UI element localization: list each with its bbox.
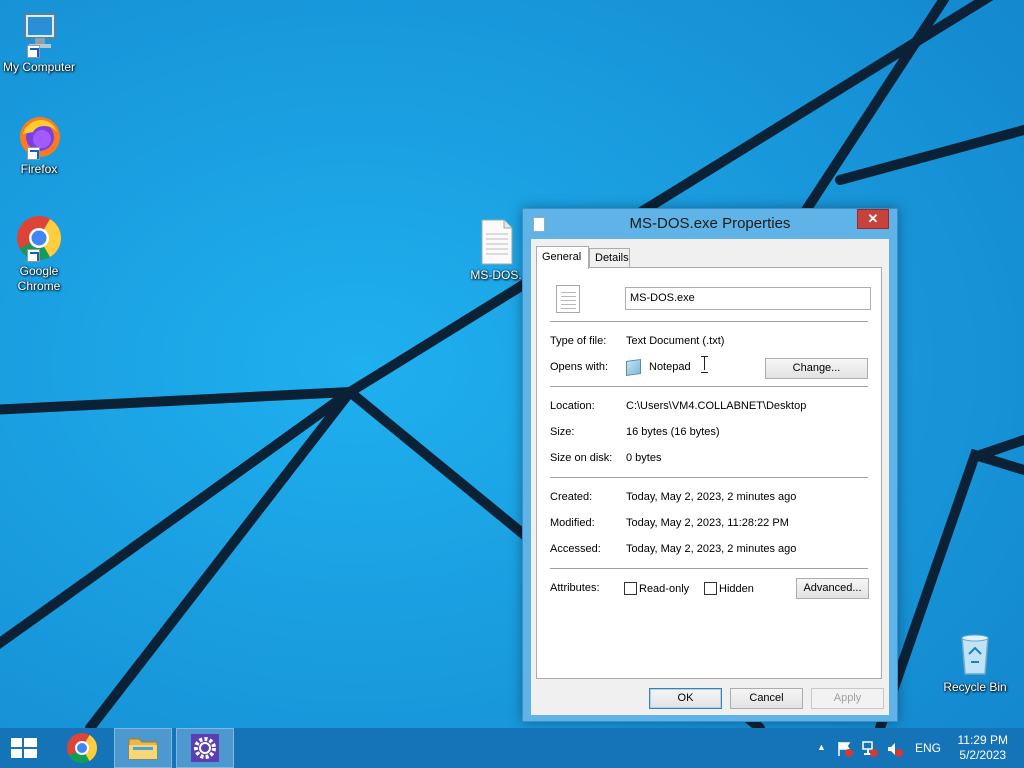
windows-logo-icon [11, 738, 37, 758]
desktop-icon-label: Recycle Bin [943, 680, 1007, 694]
desktop-icon-label: MS-DOS. [470, 268, 522, 282]
size-on-disk-value: 0 bytes [626, 452, 662, 464]
desktop-icon-label: Firefox [20, 162, 58, 176]
separator [550, 477, 868, 478]
location-value: C:\Users\VM4.COLLABNET\Desktop [626, 400, 807, 412]
ok-button[interactable]: OK [649, 688, 722, 709]
text-file-icon [476, 218, 516, 266]
opens-with-label: Opens with: [550, 361, 609, 373]
desktop-icon-firefox[interactable]: Firefox [0, 112, 79, 177]
shortcut-arrow-icon [27, 45, 40, 58]
desktop-icon-google-chrome[interactable]: Google Chrome [0, 214, 79, 294]
hidden-label[interactable]: Hidden [719, 583, 754, 595]
shortcut-arrow-icon [27, 249, 40, 262]
read-only-checkbox[interactable] [624, 582, 637, 595]
file-name-input[interactable]: MS-DOS.exe [625, 287, 871, 310]
created-value: Today, May 2, 2023, 2 minutes ago [626, 491, 797, 503]
text-file-icon [556, 285, 580, 313]
recycle-bin-icon [951, 630, 999, 678]
text-cursor-icon [701, 356, 709, 373]
separator [550, 568, 868, 569]
properties-dialog: MS-DOS.exe Properties ✕ General Details … [522, 208, 898, 722]
location-label: Location: [550, 400, 595, 412]
type-of-file-value: Text Document (.txt) [626, 335, 725, 347]
advanced-button[interactable]: Advanced... [796, 578, 869, 599]
desktop-icon-label: Google Chrome [17, 264, 61, 293]
size-label: Size: [550, 426, 575, 438]
taskbar-clock[interactable]: 11:29 PM 5/2/2023 [958, 733, 1008, 763]
dialog-body: General Details MS-DOS.exe Type of file:… [531, 239, 889, 715]
cancel-button[interactable]: Cancel [730, 688, 803, 709]
notepad-icon [626, 358, 641, 377]
action-center-flag-icon[interactable] [836, 740, 854, 758]
separator [550, 386, 868, 387]
chrome-icon [15, 214, 63, 262]
accessed-label: Accessed: [550, 543, 601, 555]
dialog-titlebar[interactable]: MS-DOS.exe Properties ✕ [523, 209, 897, 239]
tab-general[interactable]: General [536, 246, 589, 269]
network-icon[interactable] [861, 740, 879, 758]
desktop-icon-my-computer[interactable]: My Computer [0, 10, 79, 75]
taskbar: ▲ ENG 11:29 PM 5/2/2023 [0, 728, 1024, 768]
gear-icon [191, 734, 219, 762]
clock-date: 5/2/2023 [959, 748, 1007, 762]
modified-label: Modified: [550, 517, 595, 529]
hidden-checkbox[interactable] [704, 582, 717, 595]
change-button[interactable]: Change... [765, 358, 868, 379]
apply-button[interactable]: Apply [811, 688, 884, 709]
desktop-icon-ms-dos[interactable]: MS-DOS. [466, 218, 526, 283]
size-value: 16 bytes (16 bytes) [626, 426, 720, 438]
volume-muted-icon[interactable] [886, 740, 904, 758]
tab-details[interactable]: Details [589, 248, 630, 268]
firefox-icon [15, 112, 63, 160]
size-on-disk-label: Size on disk: [550, 452, 613, 464]
accessed-value: Today, May 2, 2023, 2 minutes ago [626, 543, 797, 555]
opens-with-value: Notepad [649, 361, 691, 373]
taskbar-settings[interactable] [176, 728, 234, 768]
modified-value: Today, May 2, 2023, 11:28:22 PM [626, 517, 789, 529]
read-only-label[interactable]: Read-only [639, 583, 689, 595]
dialog-title: MS-DOS.exe Properties [629, 215, 791, 232]
tray-expand-icon[interactable]: ▲ [817, 742, 826, 752]
attributes-label: Attributes: [550, 582, 600, 594]
taskbar-chrome[interactable] [56, 728, 108, 768]
taskbar-file-explorer[interactable] [114, 728, 172, 768]
general-tab-panel: MS-DOS.exe Type of file: Text Document (… [536, 267, 882, 679]
chrome-icon [67, 733, 97, 764]
close-button[interactable]: ✕ [857, 209, 889, 229]
start-button[interactable] [0, 728, 48, 768]
computer-icon [15, 10, 63, 58]
shortcut-arrow-icon [27, 147, 40, 160]
separator [550, 321, 868, 322]
desktop-icon-label: My Computer [2, 60, 76, 74]
desktop-icon-recycle-bin[interactable]: Recycle Bin [935, 630, 1015, 695]
language-indicator[interactable]: ENG [915, 741, 941, 755]
folder-icon [128, 738, 158, 760]
created-label: Created: [550, 491, 593, 503]
type-of-file-label: Type of file: [550, 335, 607, 347]
clock-time: 11:29 PM [957, 733, 1008, 747]
